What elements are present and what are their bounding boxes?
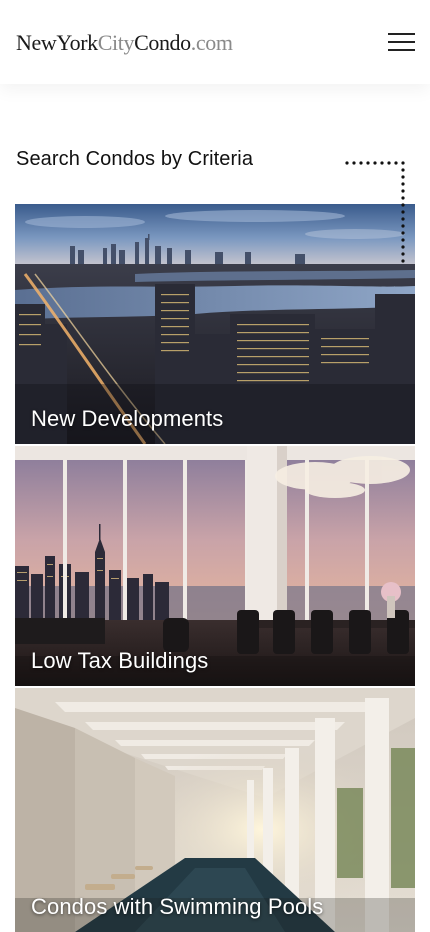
section-title: Search Condos by Criteria	[16, 148, 254, 170]
card-label: Condos with Swimming Pools	[31, 894, 324, 919]
logo-newyork: NewYork	[16, 30, 98, 55]
menu-line	[388, 49, 415, 51]
site-header: NewYorkCityCondo.com	[0, 0, 430, 84]
logo-dotcom: .com	[190, 30, 233, 55]
site-logo[interactable]: NewYorkCityCondo.com	[16, 30, 233, 56]
card-swimming-pools[interactable]: Condos with Swimming Pools	[15, 688, 415, 932]
dotted-line-decoration	[345, 161, 405, 263]
logo-condo: Condo	[134, 30, 191, 55]
logo-city: City	[97, 30, 135, 55]
card-label: New Developments	[31, 406, 224, 431]
menu-line	[388, 33, 415, 35]
hamburger-icon[interactable]	[388, 31, 416, 53]
menu-line	[388, 41, 415, 43]
card-label: Low Tax Buildings	[31, 648, 209, 673]
card-low-tax-buildings[interactable]: Low Tax Buildings	[15, 446, 415, 686]
